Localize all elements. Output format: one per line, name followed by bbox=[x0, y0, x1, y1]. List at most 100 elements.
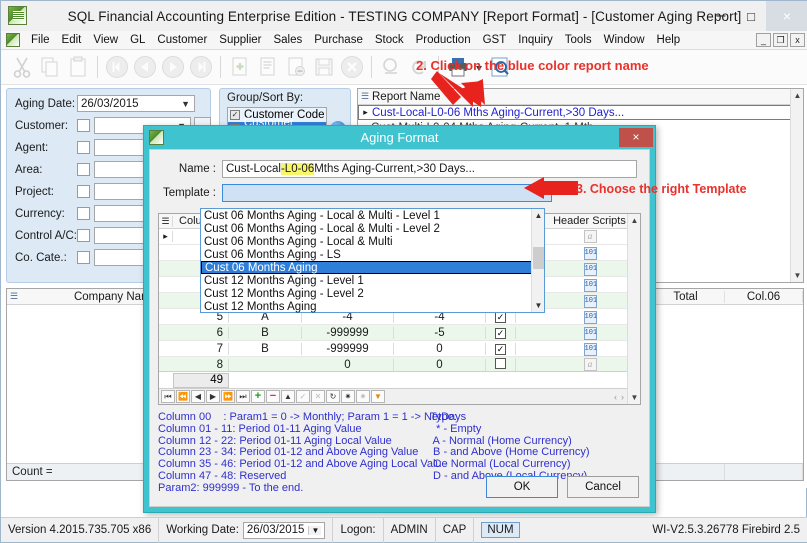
last-record-icon[interactable] bbox=[188, 54, 214, 80]
menu-item-sales[interactable]: Sales bbox=[267, 33, 308, 47]
ok-button[interactable]: OK bbox=[486, 476, 558, 498]
menu-item-production[interactable]: Production bbox=[410, 33, 477, 47]
nav-prior-page-icon[interactable]: ⏪ bbox=[176, 390, 190, 403]
menu-item-file[interactable]: File bbox=[25, 33, 56, 47]
menu-item-stock[interactable]: Stock bbox=[369, 33, 410, 47]
menu-item-edit[interactable]: Edit bbox=[56, 33, 88, 47]
add-icon[interactable] bbox=[227, 54, 253, 80]
menu-item-inquiry[interactable]: Inquiry bbox=[512, 33, 559, 47]
template-option[interactable]: Cust 06 Months Aging - Local & Multi bbox=[201, 235, 544, 248]
scroll-thumb[interactable] bbox=[533, 247, 544, 269]
template-dropdown-scrollbar[interactable]: ▲ ▼ bbox=[531, 209, 544, 312]
template-option[interactable]: Cust 12 Months Aging - Level 1 bbox=[201, 274, 544, 287]
nav-next-page-icon[interactable]: ⏩ bbox=[221, 390, 235, 403]
grid-menu-icon[interactable]: ☰ bbox=[7, 291, 21, 302]
prev-record-icon[interactable] bbox=[132, 54, 158, 80]
nav-bookmark-goto-icon[interactable]: ✷ bbox=[356, 390, 370, 403]
menu-item-tools[interactable]: Tools bbox=[559, 33, 598, 47]
working-date-input[interactable]: 26/03/2015 ▼ bbox=[243, 522, 326, 539]
grid-vertical-scrollbar[interactable]: ▲ ▼ bbox=[627, 214, 640, 404]
next-record-icon[interactable] bbox=[160, 54, 186, 80]
nav-refresh-icon[interactable]: ↻ bbox=[326, 390, 340, 403]
nav-first-icon[interactable]: ⏮ bbox=[161, 390, 175, 403]
co-category-checkbox[interactable] bbox=[77, 251, 90, 264]
nav-edit-icon[interactable]: ▲ bbox=[281, 390, 295, 403]
cancel-button[interactable]: Cancel bbox=[567, 476, 639, 498]
script-present-icon[interactable]: 101 bbox=[584, 247, 597, 260]
script-present-icon[interactable]: 101 bbox=[584, 295, 597, 308]
checkbox-checked-icon[interactable]: ✓ bbox=[495, 328, 506, 339]
nav-cancel-icon[interactable]: ✕ bbox=[311, 390, 325, 403]
template-option[interactable]: Cust 06 Months Aging - LS bbox=[201, 248, 544, 261]
nav-next-icon[interactable]: ▶ bbox=[206, 390, 220, 403]
report-list-scrollbar[interactable]: ▲ ▼ bbox=[790, 89, 803, 282]
grid-menu-icon[interactable]: ☰ bbox=[358, 91, 372, 102]
scroll-up-icon[interactable]: ▲ bbox=[791, 89, 804, 102]
checkbox-checked-icon[interactable]: ✓ bbox=[495, 344, 506, 355]
template-option[interactable]: Cust 06 Months Aging - Local & Multi - L… bbox=[201, 209, 544, 222]
checkbox-checked-icon[interactable]: ✓ bbox=[495, 312, 506, 323]
scroll-down-icon[interactable]: ▼ bbox=[532, 299, 545, 312]
aging-date-input[interactable]: 26/03/2015 ▼ bbox=[77, 95, 195, 112]
area-checkbox[interactable] bbox=[77, 163, 90, 176]
report-row-selected[interactable]: ▸ Cust-Local-L0-06 Mths Aging-Current,>3… bbox=[358, 105, 803, 120]
script-empty-icon[interactable]: a bbox=[584, 358, 597, 371]
name-input[interactable]: Cust-Local-L0-06 Mths Aging-Current,>30 … bbox=[222, 160, 637, 178]
nav-bookmark-icon[interactable]: ✷ bbox=[341, 390, 355, 403]
close-button[interactable]: × bbox=[766, 1, 807, 31]
maximize-button[interactable]: □ bbox=[736, 1, 766, 31]
script-present-icon[interactable]: 101 bbox=[584, 343, 597, 356]
search-icon[interactable] bbox=[378, 54, 404, 80]
scroll-down-icon[interactable]: ▼ bbox=[628, 391, 641, 404]
save-icon[interactable] bbox=[311, 54, 337, 80]
dialog-close-button[interactable]: × bbox=[619, 128, 653, 147]
template-option-selected[interactable]: Cust 06 Months Aging bbox=[201, 261, 544, 274]
mdi-close-button[interactable]: x bbox=[790, 33, 805, 47]
script-present-icon[interactable]: 101 bbox=[584, 311, 597, 324]
minimize-button[interactable]: – bbox=[706, 1, 736, 31]
nav-post-icon[interactable]: ✓ bbox=[296, 390, 310, 403]
nav-insert-icon[interactable]: + bbox=[251, 390, 265, 403]
script-present-icon[interactable]: 101 bbox=[584, 263, 597, 276]
control-ac-checkbox[interactable] bbox=[77, 229, 90, 242]
nav-filter-icon[interactable]: ▼ bbox=[371, 390, 385, 403]
menu-item-purchase[interactable]: Purchase bbox=[308, 33, 369, 47]
agent-checkbox[interactable] bbox=[77, 141, 90, 154]
nav-delete-icon[interactable]: − bbox=[266, 390, 280, 403]
first-record-icon[interactable] bbox=[104, 54, 130, 80]
template-dropdown-list[interactable]: Cust 06 Months Aging - Local & Multi - L… bbox=[200, 208, 545, 313]
scroll-down-icon[interactable]: ▼ bbox=[791, 269, 804, 282]
mdi-restore-button[interactable]: ❐ bbox=[773, 33, 788, 47]
script-present-icon[interactable]: 101 bbox=[584, 327, 597, 340]
checkbox-unchecked-icon[interactable] bbox=[495, 358, 506, 369]
nav-hscroll-left-icon[interactable]: ‹ bbox=[614, 392, 620, 402]
script-present-icon[interactable]: 101 bbox=[584, 279, 597, 292]
cut-icon[interactable] bbox=[9, 54, 35, 80]
template-option[interactable]: Cust 12 Months Aging bbox=[201, 300, 544, 313]
table-row[interactable]: 7 B -999999 0 ✓ 101 bbox=[159, 341, 640, 357]
copy-icon[interactable] bbox=[37, 54, 63, 80]
menu-item-customer[interactable]: Customer bbox=[151, 33, 213, 47]
chevron-down-icon[interactable]: ▼ bbox=[181, 99, 190, 109]
template-option[interactable]: Cust 12 Months Aging - Level 2 bbox=[201, 287, 544, 300]
script-empty-icon[interactable]: a bbox=[584, 230, 597, 243]
paste-icon[interactable] bbox=[65, 54, 91, 80]
currency-checkbox[interactable] bbox=[77, 207, 90, 220]
menu-item-help[interactable]: Help bbox=[651, 33, 687, 47]
cancel-icon[interactable] bbox=[339, 54, 365, 80]
grid-menu-icon[interactable]: ☰ bbox=[159, 216, 173, 227]
scroll-up-icon[interactable]: ▲ bbox=[628, 214, 641, 227]
table-row[interactable]: 6 B -999999 -5 ✓ 101 bbox=[159, 325, 640, 341]
checkbox-checked-icon[interactable]: ✓ bbox=[230, 110, 240, 120]
menu-item-view[interactable]: View bbox=[87, 33, 124, 47]
nav-last-icon[interactable]: ⏭ bbox=[236, 390, 250, 403]
nav-prior-icon[interactable]: ◀ bbox=[191, 390, 205, 403]
edit-icon[interactable] bbox=[255, 54, 281, 80]
customer-checkbox[interactable] bbox=[77, 119, 90, 132]
menu-item-gl[interactable]: GL bbox=[124, 33, 151, 47]
project-checkbox[interactable] bbox=[77, 185, 90, 198]
mdi-minimize-button[interactable]: _ bbox=[756, 33, 771, 47]
scroll-up-icon[interactable]: ▲ bbox=[532, 209, 545, 222]
chevron-down-icon[interactable]: ▼ bbox=[308, 526, 321, 535]
menu-item-supplier[interactable]: Supplier bbox=[213, 33, 267, 47]
